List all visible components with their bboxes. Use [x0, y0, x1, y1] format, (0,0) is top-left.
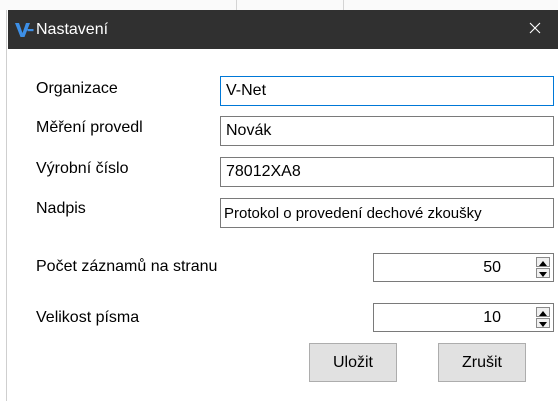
background-window-edge	[0, 0, 558, 10]
pocet-zaznamu-label: Počet záznamů na stranu	[36, 258, 218, 275]
chevron-down-icon	[539, 314, 547, 332]
background-window-edge	[6, 10, 7, 401]
settings-dialog: Nastavení Organizace Měření provedl Výro…	[8, 10, 558, 401]
nadpis-label: Nadpis	[36, 200, 86, 217]
title-bar[interactable]: Nastavení	[8, 10, 558, 49]
vyrobni-cislo-label: Výrobní číslo	[36, 160, 129, 177]
velikost-pisma-label: Velikost písma	[36, 309, 140, 326]
velikost-pisma-stepper[interactable]: 10	[373, 303, 554, 332]
cancel-button[interactable]: Zrušit	[438, 343, 526, 382]
mereni-provedl-label: Měření provedl	[36, 119, 143, 136]
pocet-zaznamu-value[interactable]: 50	[483, 259, 501, 277]
pocet-zaznamu-stepper[interactable]: 50	[373, 253, 554, 282]
vyrobni-cislo-field[interactable]	[220, 157, 554, 187]
decrement-button[interactable]	[536, 318, 550, 328]
chevron-down-icon	[539, 264, 547, 282]
close-button[interactable]	[512, 10, 558, 49]
organizace-label: Organizace	[36, 80, 118, 97]
close-icon	[529, 21, 541, 39]
mereni-provedl-field[interactable]	[220, 116, 554, 146]
decrement-button[interactable]	[536, 268, 550, 278]
nadpis-field[interactable]	[220, 198, 554, 228]
velikost-pisma-value[interactable]: 10	[483, 309, 501, 327]
divider	[343, 0, 344, 10]
divider	[236, 0, 237, 10]
window-title: Nastavení	[36, 21, 109, 38]
save-button[interactable]: Uložit	[309, 343, 397, 382]
stepper-arrows	[536, 257, 550, 278]
v-net-logo-icon	[13, 20, 37, 40]
stepper-arrows	[536, 307, 550, 328]
organizace-field[interactable]	[220, 76, 554, 106]
